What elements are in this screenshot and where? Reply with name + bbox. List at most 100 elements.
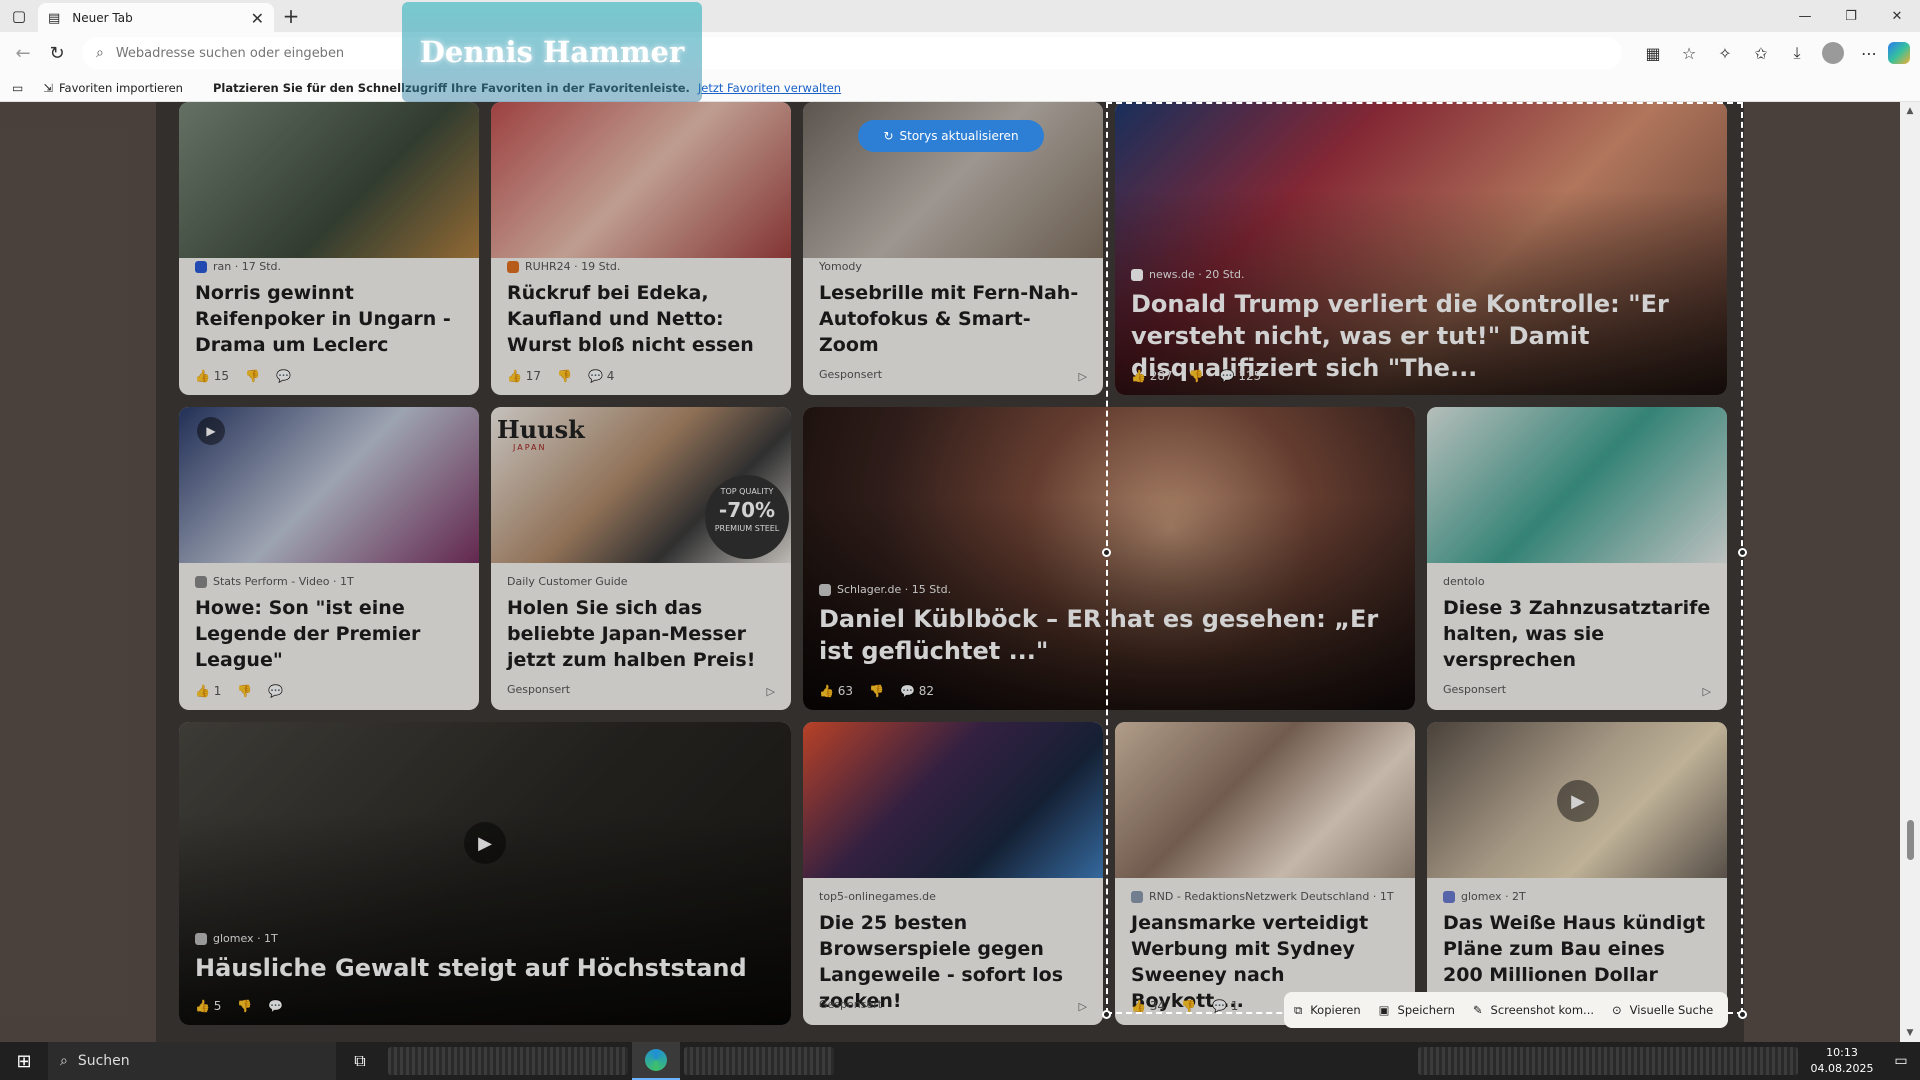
scroll-down-icon[interactable]: ▼ [1903,1028,1917,1038]
tab-actions-icon[interactable]: ▢ [0,0,38,32]
news-card[interactable]: ran · 17 Std. Norris gewinnt Reifenpoker… [179,102,479,395]
scroll-up-icon[interactable]: ▲ [1903,106,1917,116]
news-card[interactable]: ▶ glomex · 2T Das Weiße Haus kündigt Plä… [1427,722,1727,1025]
restore-icon[interactable]: ❐ [1828,0,1874,32]
comment-button[interactable]: 💬 1 [1212,999,1238,1013]
glomex-logo-icon [195,932,207,945]
notifications-icon[interactable]: ▭ [1882,1042,1920,1080]
like-button[interactable]: 👍 1 [195,684,221,698]
refresh-icon[interactable]: ↻ [40,43,74,64]
selection-handle-bottom-left[interactable] [1102,1010,1111,1019]
news-card[interactable]: RND - RedaktionsNetzwerk Deutschland · 1… [1115,722,1415,1025]
card-title[interactable]: Holen Sie sich das beliebte Japan-Messer… [507,595,775,673]
featured-video-card[interactable]: ▶ glomex · 1T Häusliche Gewalt steigt au… [179,722,791,1025]
copy-label: Kopieren [1310,1003,1361,1017]
card-source: ran · 17 Std. [195,260,281,273]
dislike-icon[interactable]: 👎 [1181,999,1196,1013]
window-controls: — ❐ ✕ [1782,0,1920,32]
sponsored-card[interactable]: Huusk JAPAN TOP QUALITY -70% PREMIUM STE… [491,407,791,710]
play-icon[interactable]: ▶ [1557,780,1599,822]
selection-handle-bottom-right[interactable] [1738,1010,1747,1019]
tab-new-tab[interactable]: ▤ Neuer Tab ✕ [38,3,274,33]
task-view-icon[interactable]: ⧉ [336,1042,384,1080]
like-button[interactable]: 👍 5 [195,999,221,1013]
like-button[interactable]: 👍 287 [1131,369,1173,383]
ran-logo-icon [195,260,207,273]
like-button[interactable]: 👍 15 [195,369,229,383]
featured-news-card[interactable]: Schlager.de · 15 Std. Daniel Küblböck – … [803,407,1415,710]
selection-handle-right[interactable] [1738,548,1747,557]
copy-button[interactable]: ⧉ Kopieren [1294,1003,1361,1018]
card-title[interactable]: Diese 3 Zahnzusatztarife halten, was sie… [1443,595,1711,673]
dislike-icon[interactable]: 👎 [557,369,572,383]
minimize-icon[interactable]: — [1782,0,1828,32]
address-bar[interactable]: ⌕ [82,37,1622,69]
comment-icon[interactable]: 💬 [268,684,283,698]
downloads-icon[interactable]: ⤓ [1780,38,1814,68]
new-tab-button[interactable]: + [274,4,308,28]
dislike-icon[interactable]: 👎 [237,999,252,1013]
comment-button[interactable]: 💬 4 [588,369,614,383]
dislike-icon[interactable]: 👎 [1189,369,1204,383]
card-source-label: RND - RedaktionsNetzwerk Deutschland · 1… [1149,890,1394,903]
annotate-button[interactable]: ✎ Screenshot kom... [1473,1003,1594,1017]
like-button[interactable]: 👍 17 [507,369,541,383]
visual-search-button[interactable]: ⊙ Visuelle Suche [1612,1003,1713,1017]
card-title[interactable]: Rückruf bei Edeka, Kaufland und Netto: W… [507,280,775,358]
dislike-icon[interactable]: 👎 [237,684,252,698]
ad-info-icon[interactable]: ▷ [1079,370,1087,383]
pen-icon: ✎ [1472,1003,1483,1017]
dislike-icon[interactable]: 👎 [869,684,884,698]
close-tab-icon[interactable]: ✕ [251,9,264,28]
schlager-logo-icon [819,583,831,596]
news-card[interactable]: ▶ Stats Perform - Video · 1T Howe: Son "… [179,407,479,710]
more-options-icon[interactable]: ⋯ [1852,38,1886,68]
edge-browser-icon[interactable] [632,1042,680,1080]
taskbar-search[interactable]: ⌕ Suchen [48,1042,336,1080]
favorites-icon[interactable]: ✩ [1744,38,1778,68]
comment-icon[interactable]: 💬 [268,999,283,1013]
comment-count: 4 [606,369,615,383]
card-title[interactable]: Howe: Son "ist eine Legende der Premier … [195,595,463,673]
manage-favorites-link[interactable]: Jetzt Favoriten verwalten [698,81,841,95]
comment-icon[interactable]: 💬 [276,369,291,383]
like-button[interactable]: 👍 34 [1131,999,1165,1013]
card-title[interactable]: Norris gewinnt Reifenpoker in Ungarn - D… [195,280,463,358]
back-icon[interactable]: ← [6,43,40,64]
featured-news-card[interactable]: news.de · 20 Std. Donald Trump verliert … [1115,102,1727,395]
refresh-stories-button[interactable]: ↻ Storys aktualisieren [858,120,1044,152]
visual-search-label: Visuelle Suche [1629,1003,1714,1017]
sponsored-card[interactable]: top5-onlinegames.de Die 25 besten Browse… [803,722,1103,1025]
taskbar-clock[interactable]: 10:13 04.08.2025 [1802,1045,1882,1077]
scrollbar-thumb[interactable] [1907,820,1914,860]
sponsored-card[interactable]: dentolo Diese 3 Zahnzusatztarife halten,… [1427,407,1727,710]
ad-info-icon[interactable]: ▷ [767,685,775,698]
card-title[interactable]: Lesebrille mit Fern-Nah-Autofokus & Smar… [819,280,1087,358]
import-favorites-button[interactable]: ⇲ Favoriten importieren [43,81,183,95]
comment-button[interactable]: 💬 82 [900,684,934,698]
discount-badge-bottom: PREMIUM STEEL [714,524,780,533]
copilot-icon[interactable] [1888,42,1910,64]
profile-avatar[interactable] [1822,42,1844,64]
selection-handle-left[interactable] [1102,548,1111,557]
dislike-icon[interactable]: 👎 [245,369,260,383]
extensions-icon[interactable]: ✧ [1708,38,1742,68]
like-count: 287 [1149,369,1173,383]
like-button[interactable]: 👍 63 [819,684,853,698]
ad-info-icon[interactable]: ▷ [1079,1000,1087,1013]
favorite-star-icon[interactable]: ☆ [1672,38,1706,68]
windows-start-icon[interactable]: ⊞ [0,1042,48,1080]
ad-info-icon[interactable]: ▷ [1703,685,1711,698]
card-title[interactable]: Daniel Küblböck – ER hat es gesehen: „Er… [819,603,1399,667]
reading-list-icon[interactable]: ▭ [12,81,23,95]
card-title[interactable]: Häusliche Gewalt steigt auf Höchststand [195,952,775,984]
card-source: Yomody [819,260,862,273]
play-icon[interactable]: ▶ [464,822,506,864]
page-scrollbar[interactable] [1900,102,1920,1042]
discount-badge-percent: -70% [718,498,776,522]
save-button[interactable]: ▣ Speichern [1379,1003,1455,1017]
comment-button[interactable]: 💬 125 [1220,369,1262,383]
news-card[interactable]: RUHR24 · 19 Std. Rückruf bei Edeka, Kauf… [491,102,791,395]
close-window-icon[interactable]: ✕ [1874,0,1920,32]
immersive-reader-icon[interactable]: ▦ [1636,38,1670,68]
